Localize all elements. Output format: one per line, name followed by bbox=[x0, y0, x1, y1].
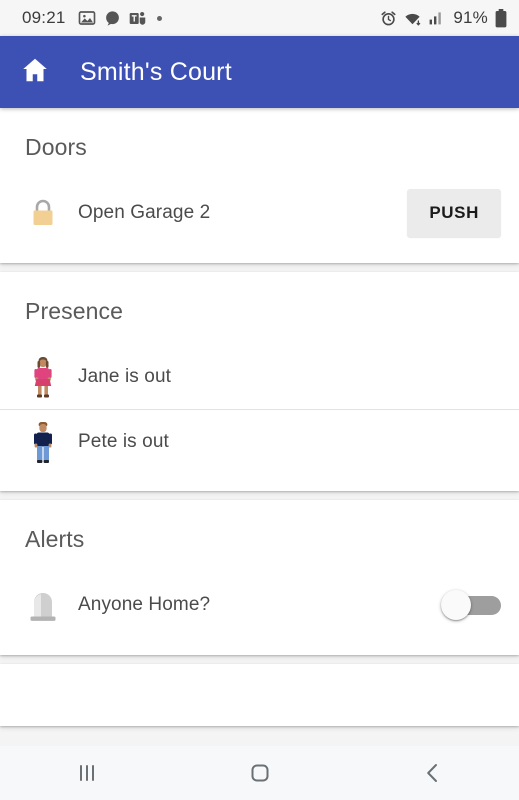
card-empty-trailing bbox=[0, 664, 519, 726]
wifi-icon bbox=[403, 10, 422, 27]
police-light-emoji bbox=[22, 582, 64, 628]
status-bar-notification-icons bbox=[78, 9, 162, 27]
app-bar: Smith's Court bbox=[0, 36, 519, 108]
status-bar-system-icons: 91% bbox=[380, 8, 507, 28]
toggle-anyone-home[interactable] bbox=[441, 590, 501, 620]
card-bottom-padding bbox=[0, 637, 519, 655]
alarm-icon bbox=[380, 10, 397, 27]
man-standing-emoji bbox=[22, 419, 64, 465]
signal-icon bbox=[428, 10, 444, 26]
back-chevron-icon[interactable] bbox=[388, 746, 478, 800]
section-title-presence: Presence bbox=[25, 298, 123, 324]
section-title-alerts: Alerts bbox=[25, 526, 85, 552]
card-bottom-padding bbox=[0, 473, 519, 491]
card-bottom-padding bbox=[0, 245, 519, 263]
device-label-anyone-home: Anyone Home? bbox=[78, 594, 211, 615]
woman-standing-emoji bbox=[22, 354, 64, 400]
card-alerts: Alerts Anyone Home? bbox=[0, 500, 519, 655]
device-row-open-garage-2[interactable]: Open Garage 2 PUSH bbox=[0, 181, 519, 245]
status-bar: 09:21 91% bbox=[0, 0, 519, 36]
card-doors: Doors Open Garage 2 PUSH bbox=[0, 108, 519, 263]
content-scroll-area[interactable]: Doors Open Garage 2 PUSH Presence Jane i… bbox=[0, 108, 519, 746]
device-label-jane: Jane is out bbox=[78, 366, 171, 387]
device-row-anyone-home[interactable]: Anyone Home? bbox=[0, 573, 519, 637]
home-icon[interactable] bbox=[20, 55, 50, 90]
device-label-pete: Pete is out bbox=[78, 430, 169, 452]
device-row-jane[interactable]: Jane is out bbox=[0, 345, 519, 409]
lock-closed-emoji bbox=[22, 190, 64, 236]
phone-screen: 09:21 91% Smith's Court Doors Open Garag… bbox=[0, 0, 519, 800]
teams-icon bbox=[129, 10, 147, 27]
recents-icon[interactable] bbox=[42, 746, 132, 800]
push-button-open-garage-2[interactable]: PUSH bbox=[407, 189, 501, 237]
more-dot-icon bbox=[156, 15, 162, 21]
battery-percent-label: 91% bbox=[453, 8, 488, 27]
section-title-doors: Doors bbox=[25, 134, 87, 160]
image-icon bbox=[78, 9, 96, 27]
battery-icon bbox=[495, 8, 507, 28]
toggle-thumb bbox=[441, 590, 471, 620]
device-label-open-garage-2: Open Garage 2 bbox=[78, 202, 211, 223]
home-square-icon[interactable] bbox=[215, 746, 305, 800]
page-title: Smith's Court bbox=[80, 57, 232, 86]
device-row-pete[interactable]: Pete is out bbox=[0, 409, 519, 473]
android-nav-bar bbox=[0, 746, 519, 800]
status-bar-clock: 09:21 bbox=[22, 8, 66, 27]
chat-bubble-icon bbox=[104, 10, 121, 27]
card-presence: Presence Jane is out Pete is out bbox=[0, 272, 519, 491]
